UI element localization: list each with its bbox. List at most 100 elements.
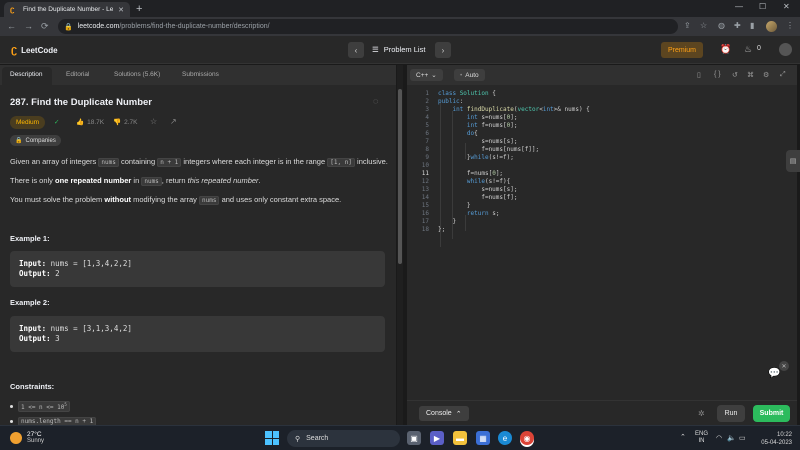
maximize-icon[interactable]: ☐	[759, 2, 766, 11]
language-value: C++	[416, 71, 429, 79]
chevron-up-icon[interactable]: ⌃	[680, 433, 686, 441]
thumbs-up-icon: 👍	[76, 119, 85, 126]
thumbs-down-icon: 👎	[113, 119, 122, 126]
sidepanel-icon[interactable]: ▮	[750, 21, 754, 30]
code-line: 16 return s;	[421, 210, 500, 217]
minimize-icon[interactable]: —	[735, 2, 743, 11]
tab-title: Find the Duplicate Number - Lee	[23, 6, 114, 13]
like-count: 18.7K	[87, 118, 105, 126]
taskbar-search[interactable]: ⚲ Search	[287, 430, 400, 447]
description-paragraph-1: Given an array of integers nums containi…	[10, 157, 388, 167]
taskbar-search-label: Search	[306, 435, 329, 442]
menu-dots-icon[interactable]: ⋮	[786, 21, 794, 30]
share-link-icon[interactable]: ↗	[170, 117, 177, 126]
close-window-icon[interactable]: ✕	[783, 2, 790, 11]
url-input[interactable]: 🔒 leetcode.com/problems/find-the-duplica…	[58, 19, 678, 34]
new-tab-icon[interactable]: +	[136, 3, 142, 15]
companies-label: Companies	[25, 137, 56, 144]
tab-solutions[interactable]: Solutions (5.6K)	[114, 71, 160, 78]
streak-flame-icon[interactable]: ♨	[744, 44, 752, 55]
file-explorer-icon[interactable]: ▬	[453, 431, 467, 445]
problem-list-button[interactable]: ☰ Problem List	[372, 45, 425, 54]
back-icon[interactable]: ←	[7, 21, 16, 31]
forward-icon[interactable]: →	[24, 21, 33, 31]
notes-icon: ▤	[789, 158, 797, 165]
weather-widget[interactable]: 27°C Sunny	[10, 431, 44, 445]
leetcode-logo[interactable]: ʗ LeetCode	[11, 44, 58, 56]
shortcuts-icon[interactable]: ⌘	[747, 71, 754, 79]
like-button[interactable]: 👍 18.7K	[76, 118, 105, 127]
chrome-taskbar-icon[interactable]: ◉	[520, 431, 534, 445]
scrollbar-thumb[interactable]	[398, 89, 402, 264]
bookmark-star-icon[interactable]: ☆	[700, 21, 707, 30]
tab-submissions[interactable]: Submissions	[182, 71, 219, 78]
logo-text: LeetCode	[21, 45, 58, 55]
companies-tag[interactable]: 🔒 Companies	[10, 135, 61, 146]
browser-tab-strip: ʗ Find the Duplicate Number - Lee ✕ + — …	[0, 0, 800, 17]
autocomplete-mode-button[interactable]: • Auto	[454, 69, 485, 81]
settings-gear-icon[interactable]: ⚙	[763, 71, 769, 79]
debug-bug-icon[interactable]: ✲	[698, 409, 705, 418]
reload-icon[interactable]: ⟳	[41, 21, 49, 32]
streak-count: 0	[757, 45, 761, 52]
language-select[interactable]: C++ ⌄	[410, 69, 443, 81]
sun-icon	[10, 432, 22, 444]
teams-chat-icon[interactable]: ▶	[430, 431, 444, 445]
example-1-box: Input: nums = [1,3,4,2,2] Output: 2	[10, 251, 385, 287]
code-line: 3 int findDuplicate(vector<int>& nums) {	[425, 106, 590, 113]
list-icon: ☰	[372, 45, 379, 54]
language-indicator[interactable]: ENG IN	[695, 431, 708, 445]
code-editor[interactable]: 1 class Solution { 2 public: 3 int findDup…	[407, 87, 797, 397]
console-label: Console	[426, 410, 452, 417]
clock-time: 10:22	[776, 432, 792, 438]
example-2-box: Input: nums = [3,1,3,4,2] Output: 3	[10, 316, 385, 352]
bookmark-icon[interactable]: ▯	[697, 71, 701, 79]
submit-button[interactable]: Submit	[753, 405, 790, 422]
tab-editorial[interactable]: Editorial	[66, 71, 89, 78]
constraints-title: Constraints:	[10, 382, 55, 391]
chrome-icon[interactable]: ◍	[718, 21, 725, 30]
browser-tab[interactable]: ʗ Find the Duplicate Number - Lee ✕	[4, 2, 130, 17]
example-1-title: Example 1:	[10, 234, 50, 243]
extensions-icon[interactable]: ✚	[734, 21, 741, 30]
store-icon[interactable]: ▦	[476, 431, 490, 445]
dislike-button[interactable]: 👎 2.7K	[113, 118, 137, 127]
windows-start-icon[interactable]	[265, 431, 279, 445]
chevron-left-icon: ‹	[354, 45, 358, 55]
mode-dot-icon: •	[460, 71, 463, 79]
tab-description[interactable]: Description	[10, 71, 43, 78]
prev-problem-button[interactable]: ‹	[348, 42, 364, 58]
chat-bubble-icon[interactable]: 💬	[768, 368, 780, 379]
code-line: 4 int s=nums[0];	[425, 114, 518, 121]
edge-icon[interactable]: e	[498, 431, 512, 445]
reset-code-icon[interactable]: ↺	[732, 71, 738, 79]
run-button[interactable]: Run	[717, 405, 745, 422]
hint-bulb-icon[interactable]: ◌	[373, 96, 378, 106]
panel-resizer[interactable]	[397, 65, 403, 425]
code-line: 7 s=nums[s];	[425, 138, 518, 145]
address-bar-row: ← → ⟳ 🔒 leetcode.com/problems/find-the-d…	[0, 17, 800, 36]
battery-icon[interactable]: ▭	[739, 434, 746, 442]
console-button[interactable]: Console ⌃	[419, 406, 469, 421]
close-tab-icon[interactable]: ✕	[118, 6, 124, 14]
user-avatar[interactable]	[779, 43, 792, 56]
share-icon[interactable]: ⇪	[684, 21, 691, 30]
notes-side-tab[interactable]: ▤	[786, 150, 800, 172]
fullscreen-icon[interactable]: ⤢	[780, 71, 786, 79]
braces-icon[interactable]: { }	[714, 71, 721, 78]
problem-title[interactable]: 287. Find the Duplicate Number	[10, 97, 152, 108]
volume-icon[interactable]: 🔈	[727, 434, 736, 442]
premium-button[interactable]: Premium	[661, 42, 703, 58]
profile-avatar[interactable]	[766, 21, 777, 32]
mode-value: Auto	[465, 71, 479, 79]
code-line: 15 }	[421, 202, 471, 209]
close-chat-icon[interactable]: ✕	[779, 361, 789, 371]
task-view-icon[interactable]: ▣	[407, 431, 421, 445]
favorite-star-icon[interactable]: ☆	[150, 117, 157, 126]
wifi-icon[interactable]: ◠	[716, 434, 722, 442]
system-tray: ⌃	[680, 433, 686, 441]
clock[interactable]: 10:22 05-04-2023	[752, 431, 792, 447]
code-line: 18};	[421, 226, 446, 233]
next-problem-button[interactable]: ›	[435, 42, 451, 58]
timer-icon[interactable]: ⏰	[720, 44, 731, 55]
